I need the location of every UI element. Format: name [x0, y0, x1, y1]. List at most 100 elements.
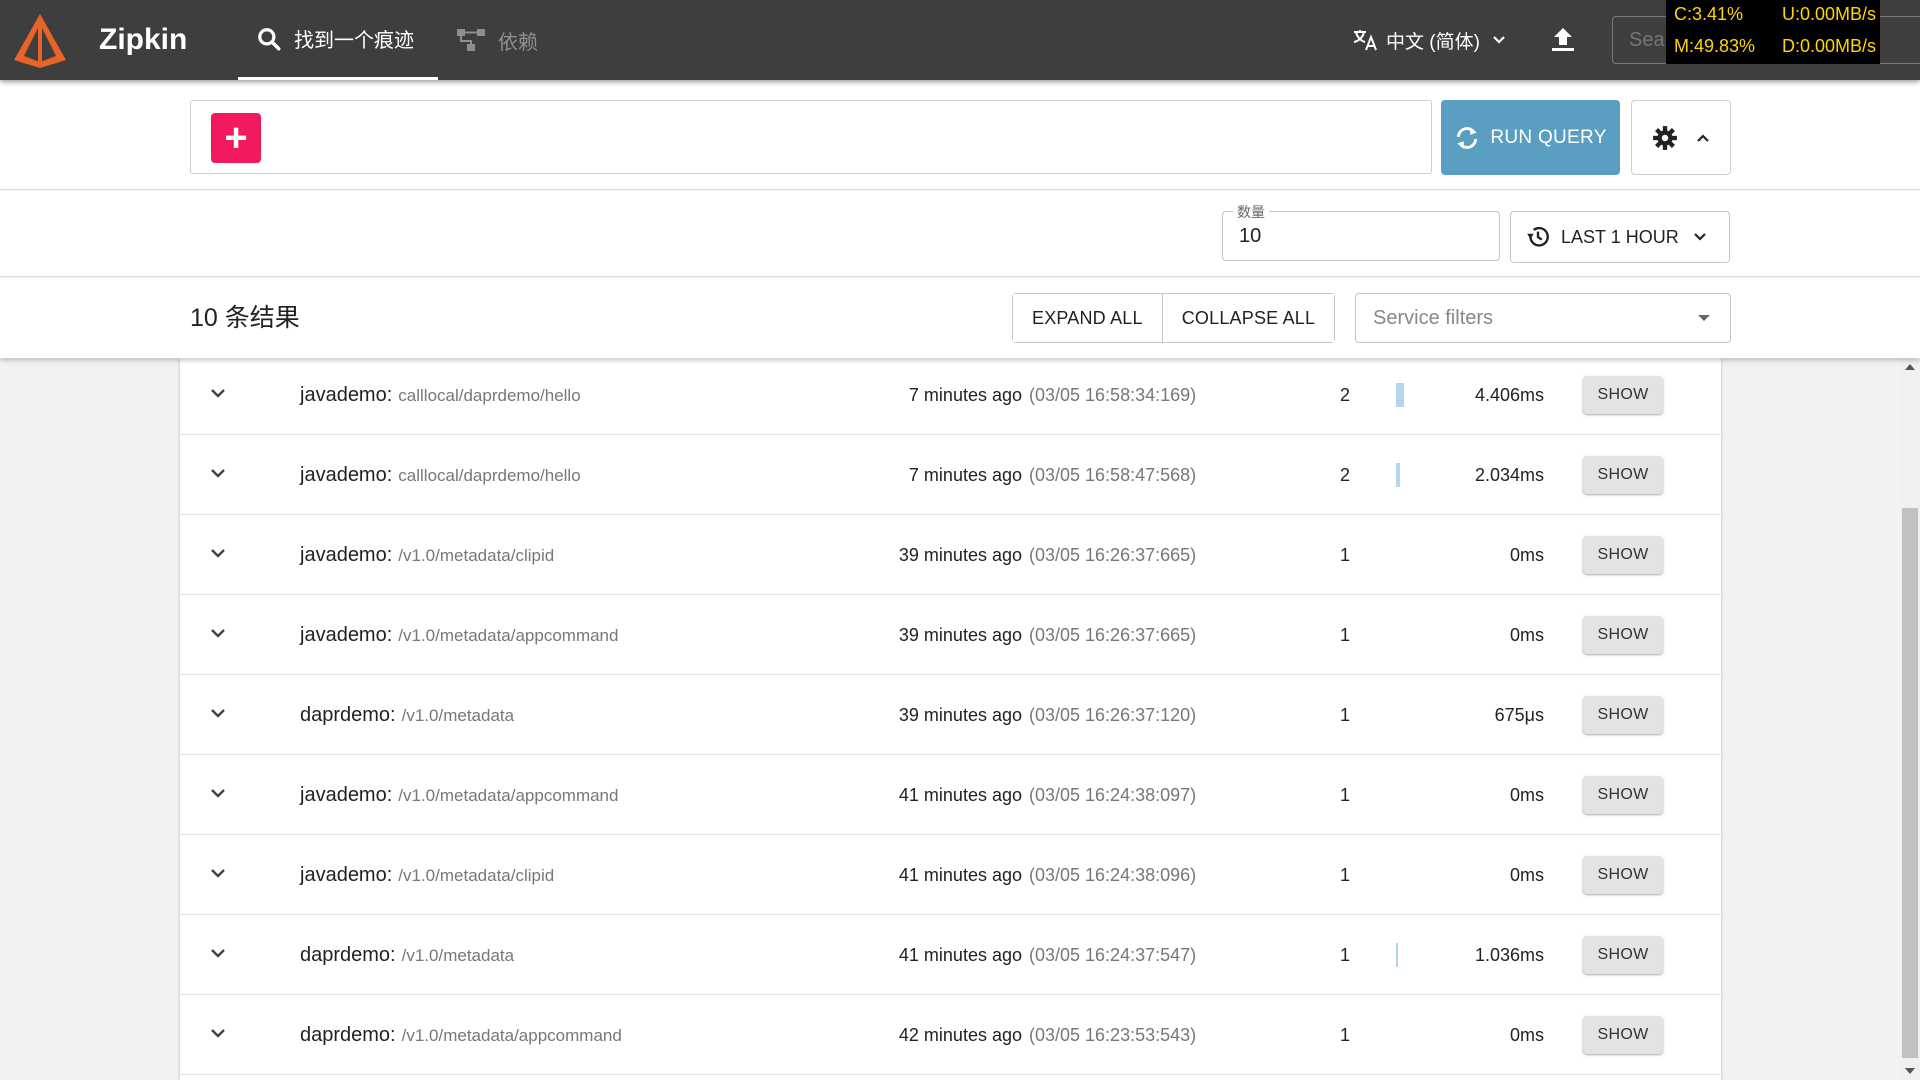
- scrollbar-thumb[interactable]: [1902, 508, 1918, 1058]
- lookback-selector[interactable]: LAST 1 HOUR: [1510, 211, 1730, 263]
- tab-find-trace-label: 找到一个痕迹: [294, 30, 414, 52]
- language-label: 中文 (简体): [1386, 31, 1480, 53]
- result-row[interactable]: javademo: calllocal/daprdemo/hello 7 minut…: [180, 435, 1721, 515]
- show-trace-button[interactable]: SHOW: [1583, 1016, 1663, 1054]
- lookback-label: LAST 1 HOUR: [1561, 226, 1679, 247]
- expand-row-icon[interactable]: [210, 387, 226, 399]
- service-filters-placeholder: Service filters: [1373, 306, 1494, 329]
- result-row[interactable]: daprdemo: /v1.0/metadata/appcommand 42 min…: [180, 995, 1721, 1075]
- timestamp: (03/05 16:26:37:665): [1029, 545, 1197, 565]
- span-count: 1: [1339, 865, 1350, 885]
- cpu-usage: C:3.41%: [1674, 4, 1744, 24]
- span-name: /v1.0/metadata: [401, 946, 515, 965]
- search-icon: [258, 27, 281, 50]
- timestamp: (03/05 16:26:37:665): [1029, 625, 1197, 645]
- relative-time: 41 minutes ago: [898, 945, 1022, 965]
- search-criteria-box[interactable]: +: [190, 100, 1432, 174]
- result-row[interactable]: javademo: /v1.0/metadata/appcommand 41 min…: [180, 755, 1721, 835]
- duration: 0ms: [1509, 1025, 1544, 1045]
- service-name: javademo:: [300, 464, 393, 486]
- page-scrollbar[interactable]: [1900, 358, 1920, 1080]
- app-name[interactable]: Zipkin: [99, 20, 187, 60]
- expand-row-icon[interactable]: [210, 787, 226, 799]
- memory-usage: M:49.83%: [1674, 36, 1756, 56]
- timestamp: (03/05 16:24:38:097): [1029, 785, 1197, 805]
- result-row[interactable]: javademo: calllocal/daprdemo/hello 7 minut…: [180, 358, 1721, 435]
- dependencies-icon: [457, 29, 485, 51]
- timestamp: (03/05 16:23:53:543): [1029, 1025, 1197, 1045]
- span-name: /v1.0/metadata/clipid: [398, 546, 555, 565]
- show-trace-button[interactable]: SHOW: [1583, 936, 1663, 974]
- expand-row-icon[interactable]: [210, 707, 226, 719]
- expand-row-icon[interactable]: [210, 467, 226, 479]
- scroll-up-arrow-icon[interactable]: [1905, 364, 1915, 370]
- service-name: javademo:: [300, 864, 393, 886]
- relative-time: 42 minutes ago: [898, 1025, 1022, 1045]
- translate-icon: [1353, 30, 1377, 51]
- show-trace-button[interactable]: SHOW: [1583, 696, 1663, 734]
- span-count: 1: [1339, 1025, 1350, 1045]
- service-filters-select[interactable]: Service filters: [1355, 293, 1731, 343]
- duration: 2.034ms: [1474, 465, 1544, 485]
- download-rate: D:0.00MB/s: [1782, 36, 1877, 56]
- system-monitor-overlay: C:3.41% U:0.00MB/s M:49.83% D:0.00MB/s: [1666, 0, 1880, 64]
- show-trace-button[interactable]: SHOW: [1583, 376, 1663, 414]
- result-service: javademo: /v1.0/metadata/clipid: [300, 544, 554, 567]
- result-row[interactable]: javademo: /v1.0/metadata/clipid 41 minutes…: [180, 835, 1721, 915]
- service-name: javademo:: [300, 784, 393, 806]
- top-app-bar: Zipkin 找到一个痕迹 依赖 中文 (简体): [0, 0, 1920, 80]
- span-count: 1: [1339, 785, 1350, 805]
- relative-time: 41 minutes ago: [898, 785, 1022, 805]
- zipkin-logo-icon[interactable]: [12, 12, 68, 68]
- tab-dependencies-label: 依赖: [498, 31, 538, 54]
- duration: 1.036ms: [1474, 945, 1544, 965]
- span-count: 1: [1339, 705, 1350, 725]
- tab-dependencies[interactable]: 依赖: [456, 0, 538, 80]
- expand-row-icon[interactable]: [210, 867, 226, 879]
- dropdown-arrow-icon: [1698, 315, 1710, 321]
- result-row[interactable]: javademo: /v1.0/metadata/clipid 39 minutes…: [180, 515, 1721, 595]
- relative-time: 7 minutes ago: [908, 465, 1022, 485]
- timestamp: (03/05 16:26:37:120): [1029, 705, 1197, 725]
- show-trace-button[interactable]: SHOW: [1583, 456, 1663, 494]
- service-name: daprdemo:: [300, 944, 396, 966]
- timestamp: (03/05 16:24:37:547): [1029, 945, 1197, 965]
- span-count: 2: [1339, 385, 1350, 405]
- span-name: /v1.0/metadata/appcommand: [401, 1026, 622, 1045]
- relative-time: 39 minutes ago: [898, 545, 1022, 565]
- collapse-all-button[interactable]: COLLAPSE ALL: [1161, 294, 1335, 342]
- relative-time: 39 minutes ago: [898, 625, 1022, 645]
- relative-time: 41 minutes ago: [898, 865, 1022, 885]
- settings-toggle-button[interactable]: [1631, 100, 1731, 175]
- show-trace-button[interactable]: SHOW: [1583, 856, 1663, 894]
- result-row[interactable]: javademo: /v1.0/metadata/appcommand 39 min…: [180, 595, 1721, 675]
- tab-find-trace[interactable]: 找到一个痕迹: [238, 0, 438, 80]
- span-name: calllocal/daprdemo/hello: [398, 386, 581, 405]
- language-selector[interactable]: 中文 (简体): [1352, 0, 1506, 80]
- results-header: 10 条结果 EXPAND ALL COLLAPSE ALL Service f…: [0, 278, 1920, 358]
- expand-row-icon[interactable]: [210, 947, 226, 959]
- service-name: javademo:: [300, 544, 393, 566]
- upload-icon[interactable]: [1547, 24, 1579, 56]
- results-count: 10 条结果: [190, 304, 300, 332]
- show-trace-button[interactable]: SHOW: [1583, 616, 1663, 654]
- run-query-button[interactable]: RUN QUERY: [1441, 100, 1620, 175]
- show-trace-button[interactable]: SHOW: [1583, 536, 1663, 574]
- limit-field[interactable]: 数量: [1222, 202, 1500, 261]
- show-trace-button[interactable]: SHOW: [1583, 776, 1663, 814]
- scroll-down-arrow-icon[interactable]: [1905, 1068, 1915, 1074]
- add-criteria-button[interactable]: +: [211, 113, 261, 163]
- gear-icon: [1653, 125, 1677, 150]
- relative-time: 39 minutes ago: [898, 705, 1022, 725]
- result-row[interactable]: daprdemo: /v1.0/metadata 41 minutes ago (03…: [180, 915, 1721, 995]
- duration: 0ms: [1509, 785, 1544, 805]
- expand-row-icon[interactable]: [210, 1027, 226, 1039]
- results-list: javademo: calllocal/daprdemo/hello 7 minut…: [180, 358, 1721, 1080]
- expand-all-button[interactable]: EXPAND ALL: [1013, 294, 1162, 342]
- service-name: javademo:: [300, 624, 393, 646]
- expand-row-icon[interactable]: [210, 547, 226, 559]
- limit-input[interactable]: [1223, 212, 1499, 260]
- span-count: 2: [1339, 465, 1350, 485]
- expand-row-icon[interactable]: [210, 627, 226, 639]
- result-row[interactable]: daprdemo: /v1.0/metadata 39 minutes ago (03…: [180, 675, 1721, 755]
